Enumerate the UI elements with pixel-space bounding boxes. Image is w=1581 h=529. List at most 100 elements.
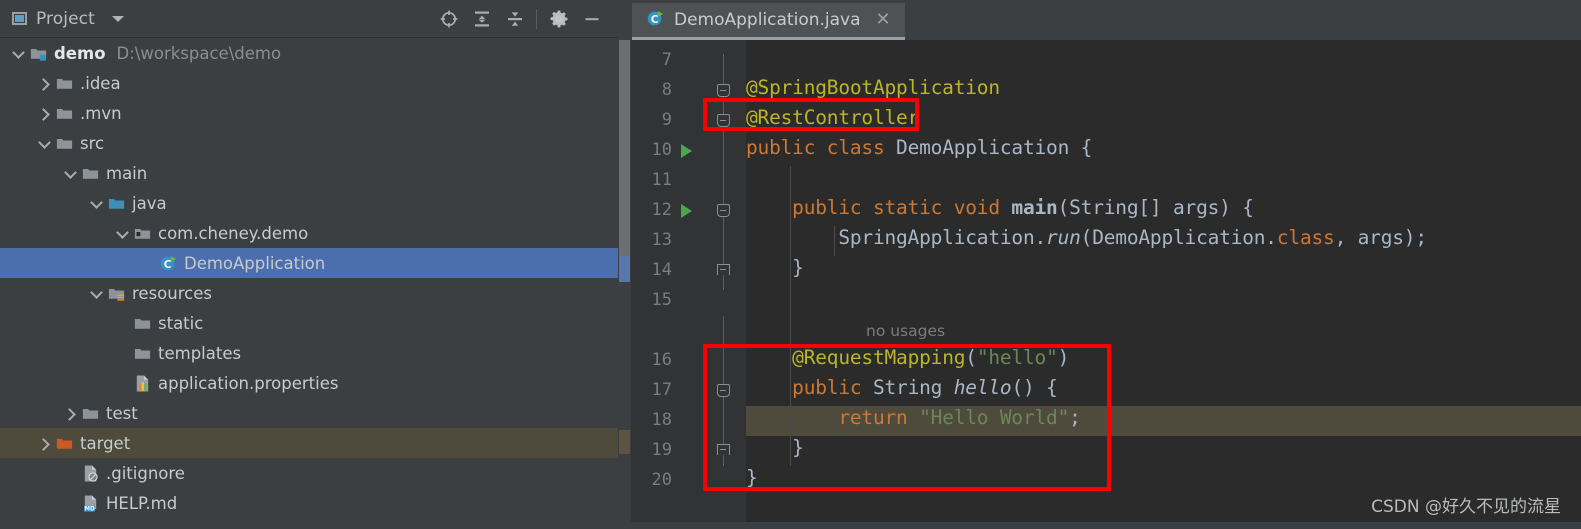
- indent-guide: [790, 316, 791, 466]
- project-tool-window: Project demo D:\workspace\demo .idea .mv…: [0, 0, 618, 529]
- tree-item-main[interactable]: main: [0, 158, 618, 188]
- fold-start-icon[interactable]: [717, 204, 730, 217]
- locate-icon[interactable]: [432, 4, 465, 34]
- line-number: 14: [651, 260, 672, 280]
- code-token: }: [746, 466, 758, 489]
- tree-item-label: demo: [54, 43, 106, 63]
- chevron-down-icon[interactable]: [36, 135, 53, 152]
- tree-item-target[interactable]: target: [0, 428, 618, 458]
- code-line-12: public static void main(String[] args) {: [746, 196, 1254, 219]
- tree-item-label: test: [106, 403, 138, 423]
- tree-item-label: DemoApplication: [184, 253, 326, 273]
- module-folder-icon: [29, 44, 48, 63]
- chevron-down-icon[interactable]: [62, 165, 79, 182]
- tree-item-static[interactable]: static: [0, 308, 618, 338]
- svg-text:C: C: [651, 13, 659, 25]
- fold-start-icon[interactable]: [717, 384, 730, 397]
- tab-label: DemoApplication.java: [674, 10, 861, 30]
- tree-item-label: java: [132, 193, 167, 213]
- chevron-down-icon[interactable]: [88, 195, 105, 212]
- code-token: SpringApplication.: [746, 226, 1047, 249]
- chevron-down-icon[interactable]: [10, 45, 27, 62]
- code-line-14: }: [746, 256, 804, 279]
- scrollbar-marker-hover: [619, 430, 630, 454]
- inlay-hint-no-usages[interactable]: no usages: [866, 322, 945, 340]
- tree-item-test[interactable]: test: [0, 398, 618, 428]
- line-number: 16: [651, 350, 672, 370]
- line-number: 18: [651, 410, 672, 430]
- code-line-16: @RequestMapping("hello"): [746, 346, 1069, 369]
- project-title-group[interactable]: Project: [0, 9, 124, 29]
- code-token: public static void: [746, 196, 1012, 219]
- code-token: hello: [953, 376, 1012, 399]
- minimize-icon[interactable]: [575, 4, 608, 34]
- code-line-9: @RestController: [746, 106, 919, 129]
- chevron-down-icon[interactable]: [114, 225, 131, 242]
- expand-all-icon[interactable]: [465, 4, 498, 34]
- folder-icon: [81, 164, 100, 183]
- tree-item-com-cheney-demo[interactable]: com.cheney.demo: [0, 218, 618, 248]
- folder-icon: [55, 74, 74, 93]
- tree-item-help-md[interactable]: MD HELP.md: [0, 488, 618, 518]
- line-number: 13: [651, 230, 672, 250]
- project-window-icon: [12, 12, 27, 25]
- code-token: "Hello World": [919, 406, 1070, 429]
- line-number: 20: [651, 470, 672, 490]
- tab-demoapplication-java[interactable]: C DemoApplication.java ✕: [632, 3, 905, 40]
- line-number: 15: [651, 290, 672, 310]
- gear-icon[interactable]: [542, 4, 575, 34]
- tree-item-java[interactable]: java: [0, 188, 618, 218]
- tree-item--mvn[interactable]: .mvn: [0, 98, 618, 128]
- code-token: public: [746, 376, 873, 399]
- tree-item-templates[interactable]: templates: [0, 338, 618, 368]
- project-file-tree[interactable]: demo D:\workspace\demo .idea .mvn src main jav…: [0, 38, 618, 529]
- line-number: 10: [651, 140, 672, 160]
- chevron-right-icon[interactable]: [62, 405, 79, 422]
- editor-canvas[interactable]: 7 8 9 10 11 12 13 14 15 16 17 18 19 20 @SpringBootApp…: [618, 40, 1581, 529]
- editor-scrollbar[interactable]: [618, 40, 631, 529]
- tree-item-demoapplication[interactable]: C DemoApplication: [0, 248, 618, 278]
- code-token: ;: [1069, 406, 1081, 429]
- tree-item-src[interactable]: src: [0, 128, 618, 158]
- code-token: class: [826, 136, 897, 159]
- code-token: }: [746, 436, 804, 459]
- indent-guide: [834, 406, 835, 436]
- panel-title: Project: [36, 8, 95, 29]
- excluded-folder-icon: [55, 434, 74, 453]
- tree-item-resources[interactable]: resources: [0, 278, 618, 308]
- chevron-right-icon[interactable]: [36, 105, 53, 122]
- tree-item-label: static: [158, 313, 204, 333]
- project-panel-toolbar: [432, 4, 618, 34]
- code-token: @RestController: [746, 106, 920, 129]
- tree-item-application-properties[interactable]: application.properties: [0, 368, 618, 398]
- chevron-right-icon[interactable]: [36, 435, 53, 452]
- code-token: "hello": [976, 346, 1058, 369]
- code-content[interactable]: @SpringBootApplication @RestController pub…: [746, 40, 1581, 529]
- indent-guide: [834, 226, 835, 256]
- tree-item--idea[interactable]: .idea: [0, 68, 618, 98]
- run-gutter-icon[interactable]: [681, 144, 692, 158]
- editor-tabbar: C DemoApplication.java ✕: [618, 0, 1581, 40]
- editor-bottom-strip: [618, 522, 1581, 529]
- scrollbar-thumb[interactable]: [619, 40, 630, 258]
- fold-end-icon[interactable]: [717, 444, 730, 455]
- close-icon[interactable]: ✕: [876, 11, 891, 29]
- chevron-right-icon[interactable]: [36, 75, 53, 92]
- svg-text:MD: MD: [84, 506, 95, 512]
- tree-item-demo[interactable]: demo D:\workspace\demo: [0, 38, 618, 68]
- collapse-all-icon[interactable]: [498, 4, 531, 34]
- code-token: {: [1069, 136, 1093, 159]
- tree-item--gitignore[interactable]: .gitignore: [0, 458, 618, 488]
- fold-start-icon[interactable]: [717, 84, 730, 97]
- run-gutter-icon[interactable]: [681, 204, 692, 218]
- line-number: 17: [651, 380, 672, 400]
- fold-start-icon[interactable]: [717, 114, 730, 127]
- chevron-down-icon[interactable]: [111, 15, 124, 22]
- tree-item-label: src: [80, 133, 105, 153]
- chevron-down-icon[interactable]: [88, 285, 105, 302]
- editor-gutter[interactable]: 7 8 9 10 11 12 13 14 15 16 17 18 19 20: [631, 40, 746, 529]
- fold-end-icon[interactable]: [717, 264, 730, 275]
- code-line-18: return "Hello World";: [746, 406, 1081, 429]
